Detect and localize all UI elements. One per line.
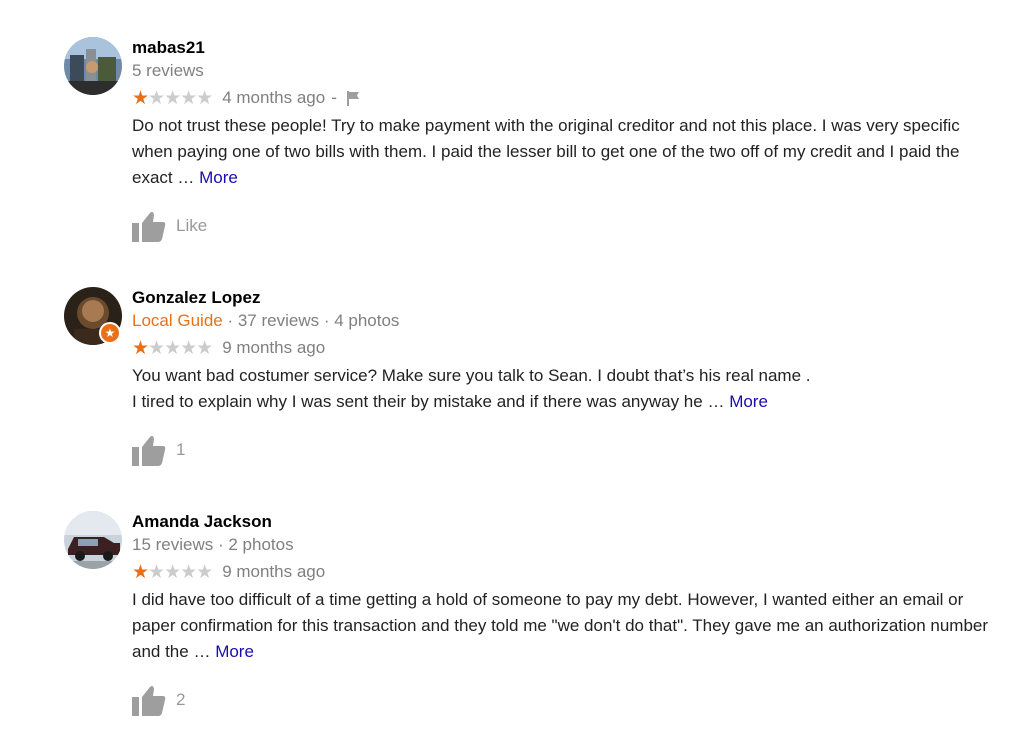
more-link[interactable]: More [199,168,238,187]
star-filled-icon: ★ [132,561,149,583]
star-empty-icon: ★★★★ [148,561,213,583]
like-button[interactable]: 1 [132,433,1004,467]
star-filled-icon: ★ [132,337,149,359]
local-guide-star-icon: ★ [99,322,121,344]
star-filled-icon: ★ [132,87,149,109]
avatar[interactable] [64,37,122,95]
reviewer-meta: Local Guide · 37 reviews · 4 photos [132,309,1004,333]
avatar[interactable] [64,511,122,569]
rating-row: ★ ★★★★ 4 months ago - [132,83,1004,113]
more-link[interactable]: More [729,392,768,411]
review-content: mabas21 5 reviews ★ ★★★★ 4 months ago - D… [132,37,1004,243]
reviewer-meta: 15 reviews · 2 photos [132,535,294,554]
review-time: 9 months ago [222,562,326,581]
more-link[interactable]: More [215,642,254,661]
review-body: Do not trust these people! Try to make p… [132,116,960,187]
star-rating: ★ ★★★★ [132,87,213,109]
separator: - [331,88,337,107]
like-button[interactable]: Like [132,209,1004,243]
rating-row: ★ ★★★★ 9 months ago [132,557,1004,587]
reviewer-counts: · 37 reviews · 4 photos [222,311,400,330]
local-guide-label: Local Guide [132,311,223,330]
like-label: Like [176,216,208,235]
review-body-line: You want bad costumer service? Make sure… [132,366,811,385]
star-empty-icon: ★★★★ [148,337,213,359]
review-time: 9 months ago [222,338,326,357]
review-text: Do not trust these people! Try to make p… [132,113,1004,191]
like-count: 1 [176,440,186,459]
reviewer-name[interactable]: mabas21 [132,37,1004,59]
review-content: Amanda Jackson 15 reviews · 2 photos ★ ★★… [132,511,1004,717]
review-body: I tired to explain why I was sent their … [132,392,725,411]
reviewer-name[interactable]: Gonzalez Lopez [132,287,1004,309]
thumbs-up-icon [132,435,166,466]
reviewer-name[interactable]: Amanda Jackson [132,511,1004,533]
review-time: 4 months ago [222,88,326,107]
flag-icon[interactable] [345,90,361,106]
like-button[interactable]: 2 [132,683,1004,717]
star-rating: ★ ★★★★ [132,337,213,359]
star-empty-icon: ★★★★ [148,87,213,109]
user-photo-icon [64,37,122,95]
rating-row: ★ ★★★★ 9 months ago [132,333,1004,363]
star-rating: ★ ★★★★ [132,561,213,583]
thumbs-up-icon [132,685,166,716]
car-photo-icon [64,511,122,569]
review-text: You want bad costumer service? Make sure… [132,363,1004,415]
reviewer-meta: 5 reviews [132,61,204,80]
review-text: I did have too difficult of a time getti… [132,587,1004,665]
review-body: I did have too difficult of a time getti… [132,590,989,661]
thumbs-up-icon [132,211,166,242]
review-body-line: I tired to explain why I was sent their … [132,389,1004,415]
like-count: 2 [176,690,186,709]
review-content: Gonzalez Lopez Local Guide · 37 reviews … [132,287,1004,467]
